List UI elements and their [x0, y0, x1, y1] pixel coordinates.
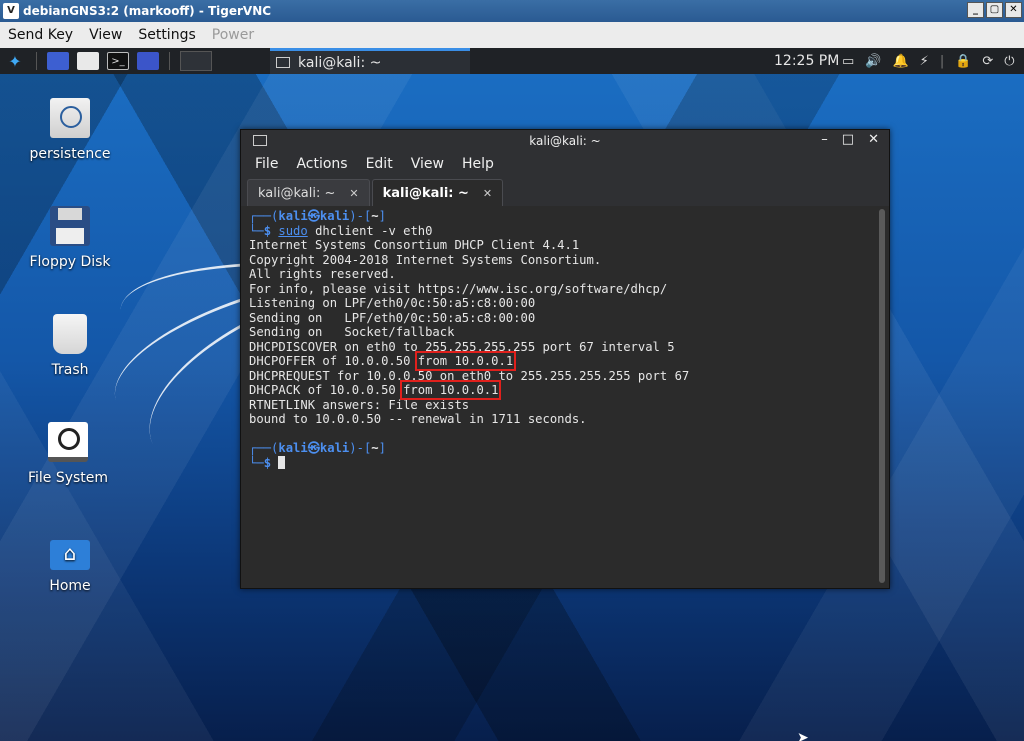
browser-launcher-icon[interactable]	[137, 52, 159, 70]
desktop-icon-floppy-disk[interactable]: Floppy Disk	[15, 206, 125, 270]
desktop-icon-label: persistence	[29, 146, 111, 162]
desktop-icon-home[interactable]: Home	[15, 530, 125, 594]
show-desktop-icon[interactable]	[47, 52, 69, 70]
highlight-box: from 10.0.0.1	[414, 351, 517, 371]
menu-view[interactable]: View	[81, 27, 130, 43]
panel-separator	[169, 52, 170, 70]
clock[interactable]: 12:25 PM	[774, 48, 839, 74]
logout-icon[interactable]: ⏻	[1004, 54, 1014, 69]
close-button[interactable]: ✕	[1005, 2, 1022, 18]
trash-icon	[53, 314, 87, 354]
mouse-pointer-icon: ➤	[797, 730, 809, 741]
output-blank	[249, 427, 877, 442]
menu-power: Power	[211, 27, 255, 43]
maximize-icon[interactable]: □	[842, 132, 854, 147]
refresh-icon[interactable]: ⟳	[982, 54, 993, 69]
desktop-icon-label: File System	[27, 470, 109, 486]
desktop-icon-trash[interactable]: Trash	[15, 314, 125, 378]
drive-icon	[50, 98, 90, 138]
command-line: └─$ sudo dhclient -v eth0	[249, 223, 433, 238]
taskbar-terminal-button[interactable]: kali@kali: ~	[270, 48, 470, 74]
vnc-app-icon: V	[3, 3, 19, 19]
output-line: Sending on LPF/eth0/0c:50:a5:c8:00:00	[249, 310, 536, 325]
output-line: DHCPREQUEST for 10.0.0.50 on eth0 to 255…	[249, 368, 690, 383]
terminal-icon	[276, 57, 290, 68]
tab-label: kali@kali: ~	[258, 185, 336, 201]
top-panel: ✦ >_ kali@kali: ~ 12:25 PM ▭ 🔊 🔔 ⚡ | 🔒 ⟳…	[0, 48, 1024, 74]
output-line: All rights reserved.	[249, 267, 396, 281]
terminal-menu-edit[interactable]: Edit	[352, 156, 403, 172]
minimize-button[interactable]: _	[967, 2, 984, 18]
power-manager-icon[interactable]: ⚡	[920, 54, 929, 69]
text-cursor	[278, 455, 286, 469]
terminal-title: kali@kali: ~	[529, 134, 601, 148]
terminal-tab-2[interactable]: kali@kali: ~ ✕	[371, 179, 504, 206]
home-folder-icon	[50, 540, 90, 570]
terminal-titlebar[interactable]: kali@kali: ~ – □ ✕	[241, 130, 889, 152]
file-system-icon	[48, 422, 88, 462]
vnc-title-text: debianGNS3:2 (markooff) - TigerVNC	[23, 4, 272, 18]
maximize-button[interactable]: ▢	[986, 2, 1003, 18]
terminal-menu-help[interactable]: Help	[448, 156, 504, 172]
workspace-switcher[interactable]	[180, 51, 212, 71]
system-tray: ▭ 🔊 🔔 ⚡ | 🔒 ⟳ ⏻	[842, 48, 1015, 74]
vnc-viewer: V debianGNS3:2 (markooff) - TigerVNC _ ▢…	[0, 0, 1024, 741]
terminal-tabs: kali@kali: ~ ✕ kali@kali: ~ ✕	[241, 176, 889, 206]
desktop-icon-label: Trash	[51, 362, 89, 378]
desktop-icon-label: Home	[49, 578, 91, 594]
display-icon[interactable]: ▭	[842, 54, 854, 69]
highlight-box: from 10.0.0.1	[400, 380, 502, 400]
output-line-dhcpack: DHCPACK of 10.0.0.50 from 10.0.0.1	[249, 380, 502, 400]
menu-send-key[interactable]: Send Key	[0, 27, 81, 43]
input-line[interactable]: └─$	[249, 455, 877, 471]
terminal-menu-view[interactable]: View	[397, 156, 454, 172]
terminal-menubar: File Actions Edit View Help	[241, 152, 889, 176]
terminal-launcher-icon[interactable]: >_	[107, 52, 129, 70]
terminal-menu-actions[interactable]: Actions	[282, 156, 357, 172]
kali-menu-icon[interactable]: ✦	[0, 48, 30, 74]
volume-icon[interactable]: 🔊	[865, 54, 881, 69]
minimize-icon[interactable]: –	[821, 132, 828, 147]
desktop-icon-label: Floppy Disk	[29, 254, 111, 270]
desktop-icon-file-system[interactable]: File System	[13, 422, 123, 486]
output-line: DHCPDISCOVER on eth0 to 255.255.255.255 …	[249, 339, 675, 354]
lock-icon[interactable]: 🔒	[955, 54, 971, 69]
terminal-window[interactable]: kali@kali: ~ – □ ✕ File Actions Edit Vie…	[240, 129, 890, 589]
tab-close-icon[interactable]: ✕	[349, 187, 358, 200]
terminal-tab-1[interactable]: kali@kali: ~ ✕	[247, 179, 370, 206]
tab-label: kali@kali: ~	[382, 185, 469, 201]
close-icon[interactable]: ✕	[868, 132, 879, 147]
output-line: Sending on Socket/fallback	[249, 325, 455, 339]
desktop-icon-persistence[interactable]: persistence	[15, 98, 125, 162]
panel-separator: |	[939, 53, 945, 69]
terminal-icon	[253, 135, 267, 146]
vnc-window-controls: _ ▢ ✕	[967, 2, 1022, 18]
file-manager-icon[interactable]	[77, 52, 99, 70]
output-line: bound to 10.0.0.50 -- renewal in 1711 se…	[249, 412, 587, 426]
panel-separator	[36, 52, 37, 70]
output-line: For info, please visit https://www.isc.o…	[249, 281, 668, 296]
terminal-menu-file[interactable]: File	[241, 156, 288, 172]
prompt-line-2: ┌──(kali㉿kali)-[~]	[249, 441, 386, 455]
notifications-bell-icon[interactable]: 🔔	[892, 54, 908, 69]
terminal-window-controls: – □ ✕	[821, 132, 879, 147]
output-line: Listening on LPF/eth0/0c:50:a5:c8:00:00	[249, 296, 536, 310]
tab-close-icon[interactable]: ✕	[483, 187, 492, 200]
terminal-scrollbar[interactable]	[879, 209, 885, 583]
vnc-titlebar: V debianGNS3:2 (markooff) - TigerVNC _ ▢…	[0, 0, 1024, 22]
output-line: RTNETLINK answers: File exists	[249, 397, 470, 412]
menu-settings[interactable]: Settings	[130, 27, 203, 43]
output-line: Copyright 2004-2018 Internet Systems Con…	[249, 252, 602, 267]
taskbar-terminal-label: kali@kali: ~	[298, 54, 382, 71]
prompt-line-1: ┌──(kali㉿kali)-[~]	[249, 209, 386, 223]
output-line: Internet Systems Consortium DHCP Client …	[249, 238, 580, 252]
floppy-icon	[50, 206, 90, 246]
terminal-output[interactable]: ┌──(kali㉿kali)-[~] └─$ sudo dhclient -v e…	[249, 209, 877, 581]
vnc-menubar: Send Key View Settings Power	[0, 22, 1024, 48]
output-line-dhcpoffer: DHCPOFFER of 10.0.0.50 from 10.0.0.1	[249, 351, 517, 371]
